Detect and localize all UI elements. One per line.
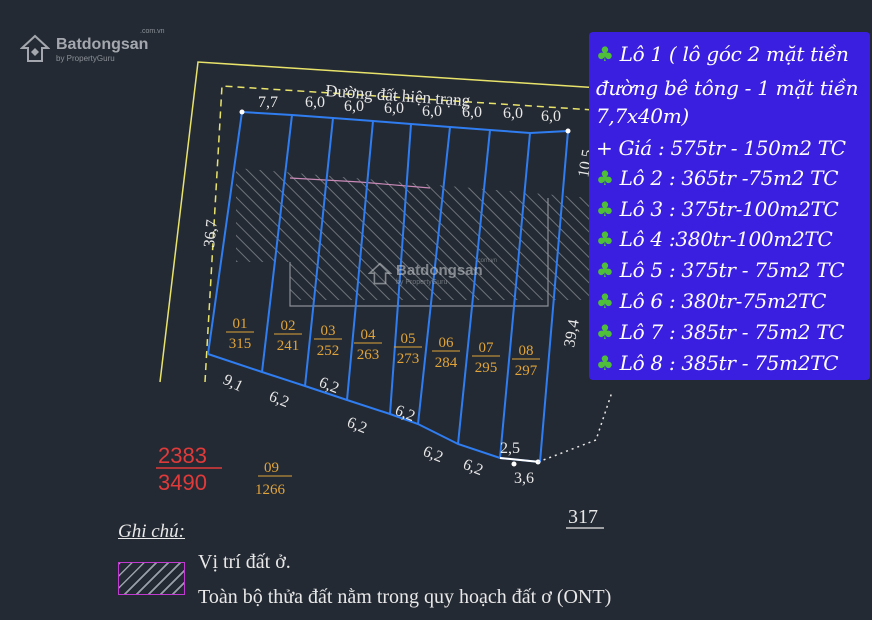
price-line-text: Lô 6 : 380tr-75m2TC (619, 289, 827, 313)
bottom-dim-label: 6,2 (461, 456, 486, 479)
parcel-09-code: 1266 (255, 482, 286, 498)
lot-code: 284 (435, 355, 458, 371)
top-dim-label: 6,0 (344, 98, 364, 115)
lot-number: 07 (479, 340, 495, 356)
corner-point (511, 461, 517, 467)
lot-code: 315 (229, 336, 252, 352)
top-dim-label: 6,0 (503, 105, 523, 122)
top-dim-label: 6,0 (462, 104, 482, 121)
legend-title: Ghi chú: (118, 521, 186, 542)
bottom-dim-label: 6,2 (317, 374, 342, 397)
top-dim-label: 7,7 (258, 94, 278, 111)
price-line-text: 7,7x40m) (596, 104, 689, 128)
price-line-text: đường bê tông - 1 mặt tiền (596, 76, 859, 100)
corner-point (239, 109, 245, 115)
clover-icon: ♣ (596, 166, 614, 190)
clover-icon: ♣ (596, 289, 614, 313)
price-line-text: Lô 5 : 375tr - 75m2 TC (619, 258, 845, 282)
top-dim-label: 6,0 (384, 100, 404, 117)
clover-icon: ♣ (596, 320, 614, 344)
bottom-dim-label: 3,6 (514, 470, 534, 487)
bottom-dim-label: 6,2 (267, 388, 292, 411)
clover-icon: ♣ (596, 351, 614, 375)
lot-code: 295 (475, 360, 498, 376)
lot-code: 297 (515, 363, 538, 379)
legend-item-planning: Toàn bộ thửa đất nằm trong quy hoạch đất… (198, 586, 612, 608)
price-line-text: Lô 1 ( lô góc 2 mặt tiền (619, 42, 849, 66)
bottom-dim-label: 6,2 (345, 414, 370, 437)
lot-number: 02 (281, 318, 296, 334)
lot-code: 273 (397, 351, 420, 367)
watermark-center-domain: .com.vn (476, 258, 498, 264)
red-parcel-top: 2383 (158, 443, 207, 468)
dotted-boundary (537, 391, 613, 463)
price-line: ♣ Lô 3 : 375tr-100m2TC (596, 197, 839, 221)
price-line: ♣ Lô 7 : 385tr - 75m2 TC (596, 320, 845, 344)
red-parcel-bottom: 3490 (158, 470, 207, 495)
top-dim-label: 6,0 (541, 108, 561, 125)
corner-point (565, 128, 571, 134)
price-line-text: Lô 4 :380tr-100m2TC (619, 227, 833, 251)
watermark-center-brand: Batdongsan (396, 262, 483, 279)
price-line-text: Lô 3 : 375tr-100m2TC (619, 197, 839, 221)
top-dim-label: 6,0 (305, 94, 325, 111)
watermark-center: Batdongsan by PropertyGuru .com.vn (368, 258, 497, 286)
price-line-text: + Giá : 575tr - 150m2 TC (596, 136, 846, 160)
lot-number: 03 (321, 323, 336, 339)
right-side-dim: 39,4 (561, 318, 583, 349)
batdongsan-logo-icon (368, 262, 392, 285)
lot-corner-line (499, 457, 541, 463)
bottom-dim-label: 6,2 (421, 443, 446, 466)
price-line: ♣ Lô 8 : 385tr - 75m2TC (596, 351, 839, 375)
lot-number: 05 (401, 331, 416, 347)
price-line: ♣ Lô 4 :380tr-100m2TC (596, 227, 833, 251)
lot-code: 241 (277, 338, 300, 354)
price-line: ♣ Lô 5 : 375tr - 75m2 TC (596, 258, 845, 282)
legend-item-residential: Vị trí đất ở. (198, 551, 291, 573)
price-line: 7,7x40m) (596, 104, 689, 128)
price-line-text: Lô 7 : 385tr - 75m2 TC (619, 320, 845, 344)
price-line: đường bê tông - 1 mặt tiền (596, 76, 858, 100)
clover-icon: ♣ (596, 197, 614, 221)
label-317: 317 (568, 506, 598, 528)
watermark-center-sub: by PropertyGuru (396, 279, 448, 286)
price-line-text: Lô 2 : 365tr -75m2 TC (619, 166, 839, 190)
left-side-dim: 36,7 (201, 219, 221, 249)
legend-hatch-swatch (118, 562, 185, 595)
clover-icon: ♣ (596, 258, 614, 282)
lot-code: 263 (357, 347, 380, 363)
price-line: + Giá : 575tr - 150m2 TC (596, 136, 846, 160)
price-line: ♣ Lô 1 ( lô góc 2 mặt tiền (596, 42, 849, 66)
lot-number: 08 (519, 343, 534, 359)
price-line: ♣ Lô 2 : 365tr -75m2 TC (596, 166, 839, 190)
bottom-dim-label: 2,5 (500, 440, 520, 457)
lot-number: 01 (233, 316, 248, 332)
parcel-09-no: 09 (264, 460, 279, 476)
lot-number: 06 (439, 335, 455, 351)
clover-icon: ♣ (596, 227, 614, 251)
lot-code: 252 (317, 343, 340, 359)
price-line-text: Lô 8 : 385tr - 75m2TC (619, 351, 839, 375)
bottom-dim-label: 9,1 (220, 371, 245, 395)
price-line: ♣ Lô 6 : 380tr-75m2TC (596, 289, 826, 313)
top-dim-label: 6,0 (422, 103, 442, 120)
lot-number: 04 (361, 327, 377, 343)
clover-icon: ♣ (596, 42, 614, 66)
